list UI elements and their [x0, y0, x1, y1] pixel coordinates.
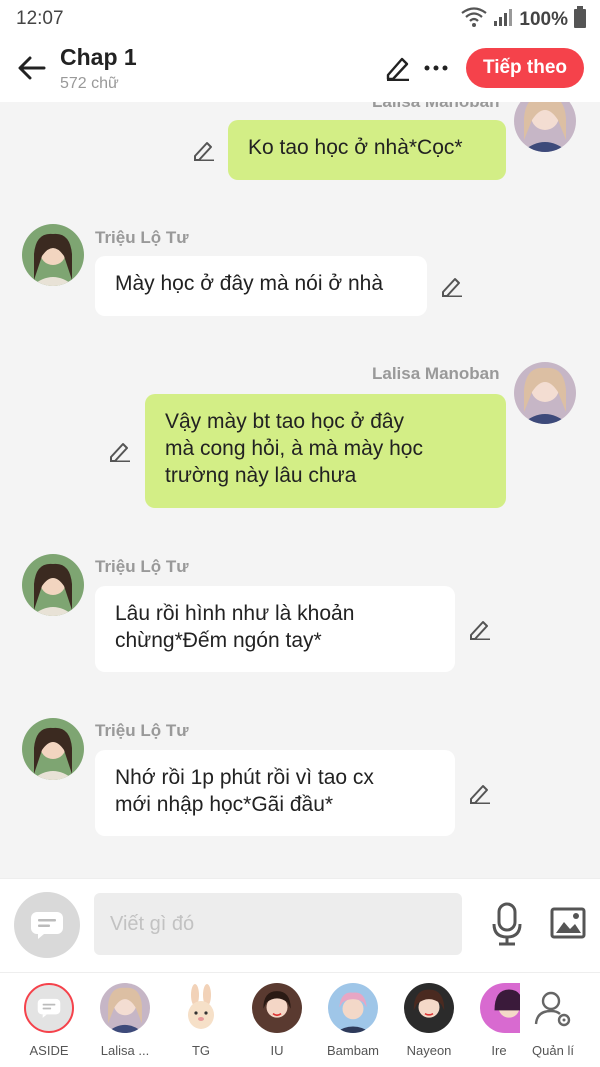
aside-avatar — [24, 983, 74, 1033]
character-nayeon[interactable]: Nayeon — [394, 981, 464, 1061]
pencil-icon — [442, 278, 462, 297]
speaker-name: Triệu Lộ Tư — [95, 228, 189, 247]
speaker-name: Triệu Lộ Tư — [95, 721, 189, 740]
speaker-name: Triệu Lộ Tư — [95, 557, 189, 576]
status-time: 12:07 — [16, 8, 64, 29]
edit-chapter-button[interactable] — [382, 52, 414, 84]
edit-message-button[interactable] — [106, 437, 134, 465]
message-bubble[interactable]: Ko tao học ở nhà*Cọc* — [228, 120, 506, 180]
signal-icon — [493, 7, 513, 32]
speaker-name: Lalisa Manoban — [372, 364, 500, 383]
status-bar: 12:07 100% — [0, 0, 600, 38]
insert-image-button[interactable] — [546, 901, 590, 945]
character-label: Lalisa ... — [100, 1043, 150, 1058]
character-ire[interactable]: Ire — [470, 981, 520, 1061]
character-label: Quản lí — [532, 1043, 574, 1058]
message-bubble[interactable]: Vậy mày bt tao học ở đây mà cong hỏi, à … — [145, 394, 506, 508]
avatar — [252, 983, 302, 1033]
edit-message-button[interactable] — [190, 136, 218, 164]
message-bubble[interactable]: Nhớ rồi 1p phút rồi vì tao cx mới nhập h… — [95, 750, 455, 836]
avatar[interactable] — [514, 102, 576, 152]
character-aside[interactable]: ASIDE — [14, 981, 84, 1061]
message-bubble[interactable]: Mày học ở đây mà nói ở nhà — [95, 256, 427, 316]
pencil-icon — [194, 142, 214, 161]
narration-toggle-button[interactable] — [14, 892, 80, 958]
pencil-icon — [386, 57, 409, 81]
avatar — [100, 983, 150, 1033]
word-count: 572 chữ — [60, 75, 119, 92]
character-label: IU — [270, 1043, 284, 1058]
wifi-icon — [461, 6, 488, 33]
microphone-button[interactable] — [486, 899, 528, 949]
chat-bubble-icon — [37, 998, 61, 1018]
next-chapter-button[interactable]: Tiếp theo — [466, 48, 584, 88]
avatar[interactable] — [22, 224, 84, 286]
avatar[interactable] — [22, 554, 84, 616]
character-bar: ASIDE Lalisa ... TG IU Bambam Nayeon Ire… — [0, 972, 600, 1067]
bunny-icon — [176, 983, 226, 1033]
avatar — [480, 983, 520, 1033]
edit-message-button[interactable] — [438, 272, 466, 300]
back-button[interactable] — [14, 50, 50, 86]
message-bubble[interactable]: Lâu rồi hình như là khoản chừng*Đếm ngón… — [95, 586, 455, 672]
avatar[interactable] — [514, 362, 576, 424]
character-lalisa[interactable]: Lalisa ... — [90, 981, 160, 1061]
user-settings-icon — [528, 983, 578, 1033]
chat-area[interactable]: Lalisa Manoban Ko tao học ở nhà*Cọc* Tri… — [0, 102, 600, 878]
microphone-icon — [492, 902, 522, 946]
character-label: TG — [191, 1043, 211, 1058]
avatar[interactable] — [22, 718, 84, 780]
pencil-icon — [110, 443, 130, 462]
chapter-title: Chap 1 — [60, 44, 137, 70]
character-label: Bambam — [326, 1043, 380, 1058]
speaker-name: Lalisa Manoban — [372, 102, 500, 112]
image-icon — [550, 907, 586, 939]
message-input[interactable] — [94, 893, 462, 955]
chapter-header: Chap 1 572 chữ Tiếp theo — [0, 38, 600, 102]
pencil-icon — [470, 785, 490, 804]
more-icon — [424, 65, 448, 71]
character-label: ASIDE — [29, 1043, 69, 1058]
back-arrow-icon — [18, 56, 46, 80]
avatar — [404, 983, 454, 1033]
character-iu[interactable]: IU — [242, 981, 312, 1061]
more-options-button[interactable] — [420, 52, 452, 84]
edit-message-button[interactable] — [466, 615, 494, 643]
avatar — [328, 983, 378, 1033]
manage-characters-button[interactable]: Quản lí — [518, 981, 588, 1061]
battery-icon — [574, 6, 586, 33]
chat-bubble-icon — [31, 912, 63, 939]
pencil-icon — [470, 621, 490, 640]
message-composer — [0, 878, 600, 972]
character-bambam[interactable]: Bambam — [318, 981, 388, 1061]
character-tg[interactable]: TG — [166, 981, 236, 1061]
battery-level: 100% — [519, 8, 568, 30]
edit-message-button[interactable] — [466, 779, 494, 807]
character-label: Nayeon — [406, 1043, 452, 1058]
status-icons: 100% — [461, 6, 586, 33]
